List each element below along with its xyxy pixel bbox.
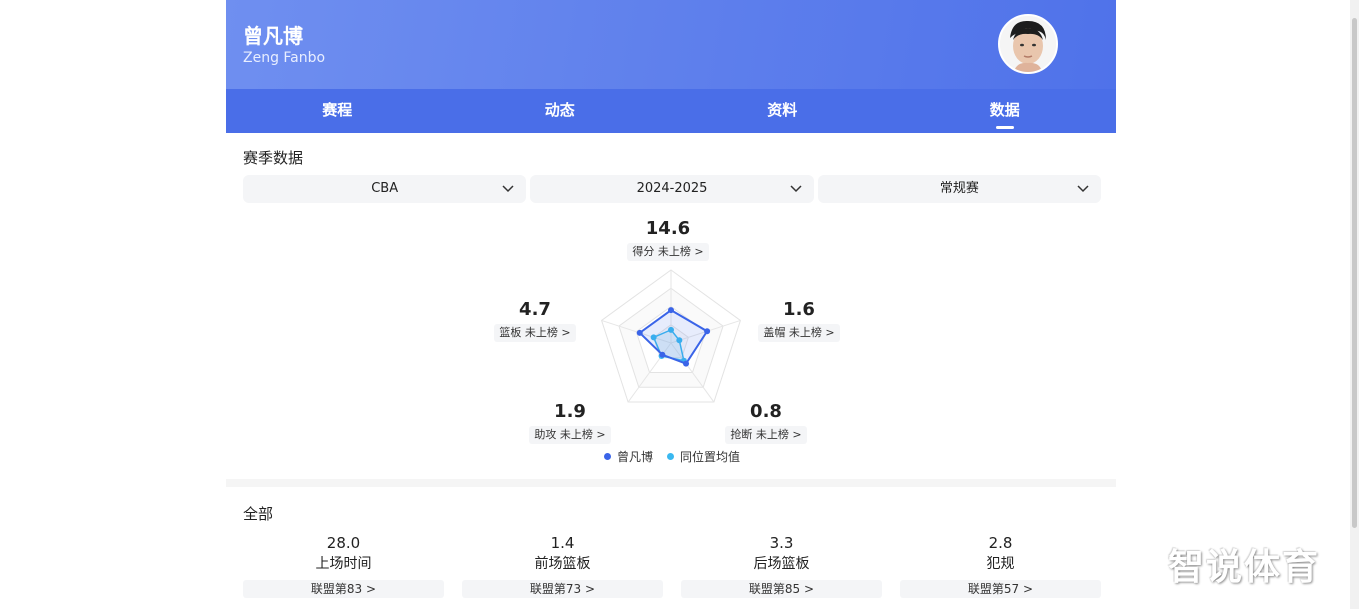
player-page: 曾凡博 Zeng Fanbo 赛程 动态 资料 数据 赛季数据 CBA 2024… — [226, 0, 1116, 609]
tab-news[interactable]: 动态 — [449, 89, 672, 133]
stat-points: 14.6 得分 未上榜 > — [623, 218, 713, 261]
player-name-en: Zeng Fanbo — [243, 50, 326, 66]
all-stats-title: 全部 — [243, 505, 274, 523]
avatar — [998, 14, 1058, 74]
tab-schedule[interactable]: 赛程 — [226, 89, 449, 133]
legend-average-label: 同位置均值 — [680, 450, 741, 464]
stat-steals: 0.8 抢断 未上榜 > — [721, 401, 811, 444]
stat-blocks-value: 1.6 — [783, 299, 815, 320]
stat-cell-label: 犯规 — [986, 556, 1015, 572]
stat-rebounds-rank[interactable]: 篮板 未上榜 > — [494, 324, 576, 342]
stat-points-rank[interactable]: 得分 未上榜 > — [627, 243, 709, 261]
watermark: 智说体育 — [1168, 547, 1321, 588]
legend-player: 曾凡博 — [604, 448, 653, 465]
stat-points-value: 14.6 — [645, 218, 691, 239]
radar-player-point — [668, 307, 674, 314]
avatar-image — [1000, 16, 1056, 72]
stat-assists-value: 1.9 — [554, 401, 586, 422]
stat-assists-rank[interactable]: 助攻 未上榜 > — [529, 426, 611, 444]
season-filters: CBA 2024-2025 常规赛 — [243, 175, 1101, 203]
stat-blocks-rank[interactable]: 盖帽 未上榜 > — [758, 324, 840, 342]
stat-cell-minutes: 28.0 上场时间 联盟第83 > — [243, 533, 444, 598]
game-type-select[interactable]: 常规赛 — [817, 175, 1101, 203]
tab-schedule-label: 赛程 — [322, 101, 353, 119]
stat-cell-rank-button[interactable]: 联盟第73 > — [462, 580, 663, 598]
tab-stats-label: 数据 — [989, 101, 1020, 119]
stat-rebounds: 4.7 篮板 未上榜 > — [490, 299, 580, 342]
legend-player-dot — [604, 453, 611, 460]
radar-chart-area: 14.6 得分 未上榜 > 1.6 盖帽 未上榜 > 0.8 抢断 未上榜 > … — [226, 210, 1116, 472]
stat-assists: 1.9 助攻 未上榜 > — [525, 401, 615, 444]
all-stats-grid: 28.0 上场时间 联盟第83 > 1.4 前场篮板 联盟第73 > 3.3 后… — [243, 533, 1101, 598]
stat-cell-rank-button[interactable]: 联盟第57 > — [900, 580, 1101, 598]
stat-blocks: 1.6 盖帽 未上榜 > — [754, 299, 844, 342]
stat-cell-label: 上场时间 — [315, 556, 372, 572]
tab-stats[interactable]: 数据 — [894, 89, 1117, 133]
stat-cell-value: 1.4 — [550, 534, 575, 552]
season-select[interactable]: 2024-2025 — [530, 175, 814, 203]
chevron-down-icon — [1077, 185, 1089, 193]
radar-player-point — [683, 360, 690, 367]
stat-cell-fouls: 2.8 犯规 联盟第57 > — [900, 533, 1101, 598]
chevron-down-icon — [502, 185, 514, 193]
stat-cell-value: 3.3 — [769, 534, 794, 552]
player-name: 曾凡博 — [243, 24, 303, 48]
vertical-scrollbar[interactable] — [1350, 0, 1359, 609]
chevron-down-icon — [790, 185, 802, 193]
stat-steals-value: 0.8 — [750, 401, 782, 422]
stat-steals-rank[interactable]: 抢断 未上榜 > — [725, 426, 807, 444]
scrollbar-thumb[interactable] — [1352, 18, 1357, 528]
section-divider — [226, 479, 1116, 487]
league-select[interactable]: CBA — [243, 175, 527, 203]
player-header: 曾凡博 Zeng Fanbo — [226, 0, 1116, 89]
legend-average-dot — [667, 453, 675, 460]
legend-average: 同位置均值 — [667, 448, 740, 465]
stat-cell-rank-button[interactable]: 联盟第83 > — [243, 580, 444, 598]
stat-cell-label: 前场篮板 — [534, 556, 591, 572]
radar-player-point — [636, 329, 643, 336]
season-stats-title: 赛季数据 — [243, 149, 304, 167]
radar-player-point — [659, 351, 666, 358]
legend-player-label: 曾凡博 — [617, 450, 654, 464]
stat-cell-value: 28.0 — [326, 534, 361, 552]
stat-cell-defensive-rebounds: 3.3 后场篮板 联盟第85 > — [681, 533, 882, 598]
stat-cell-offensive-rebounds: 1.4 前场篮板 联盟第73 > — [462, 533, 663, 598]
stat-cell-value: 2.8 — [988, 534, 1013, 552]
tab-profile-label: 资料 — [767, 101, 798, 119]
tab-news-label: 动态 — [544, 101, 575, 119]
radar-legend: 曾凡博 同位置均值 — [604, 448, 740, 465]
tab-profile[interactable]: 资料 — [671, 89, 894, 133]
tab-bar: 赛程 动态 资料 数据 — [226, 89, 1116, 133]
game-type-select-value: 常规赛 — [939, 181, 979, 196]
stat-cell-rank-button[interactable]: 联盟第85 > — [681, 580, 882, 598]
stat-rebounds-value: 4.7 — [519, 299, 551, 320]
league-select-value: CBA — [371, 181, 399, 196]
season-select-value: 2024-2025 — [636, 181, 708, 196]
stat-cell-label: 后场篮板 — [753, 556, 810, 572]
radar-player-point — [704, 328, 711, 335]
